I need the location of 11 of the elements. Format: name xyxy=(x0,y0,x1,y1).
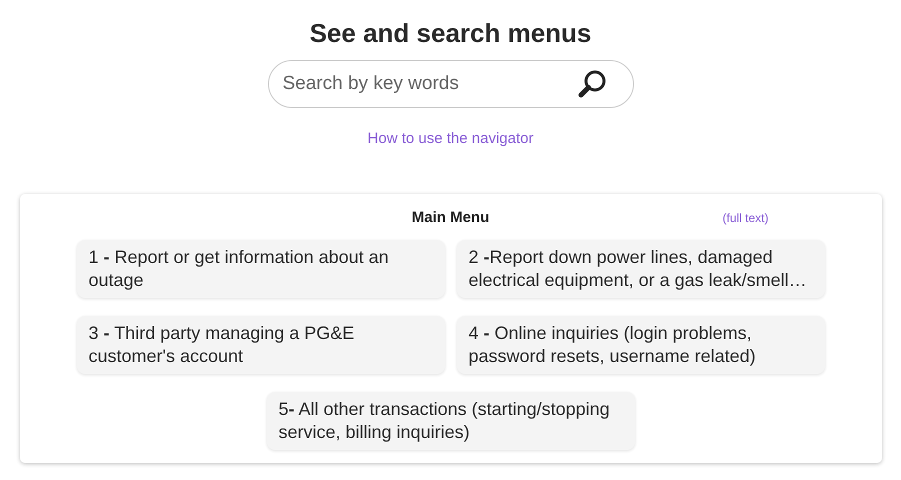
menu-option[interactable]: 3 - Third party managing a PG&E customer's account xyxy=(76,316,444,374)
menu-option[interactable]: 2 -Report down power lines, damaged electrical equipment, or a gas leak/smell… xyxy=(456,240,824,298)
full-text-link[interactable]: (full text) xyxy=(722,211,769,225)
search-icon[interactable] xyxy=(578,69,608,99)
menu-option[interactable]: 4 - Online inquiries (login problems, password resets, username related) xyxy=(456,316,824,374)
menu-option[interactable]: 5- All other transactions (starting/stopping service, billing inquiries) xyxy=(266,392,634,450)
menu-title: Main Menu xyxy=(412,208,490,228)
search-field[interactable]: Search by key words xyxy=(268,60,634,108)
help-link[interactable]: How to use the navigator xyxy=(368,129,534,149)
menu-option[interactable]: 1 - Report or get information about an outage xyxy=(76,240,444,298)
page-title: See and search menus xyxy=(310,17,592,50)
